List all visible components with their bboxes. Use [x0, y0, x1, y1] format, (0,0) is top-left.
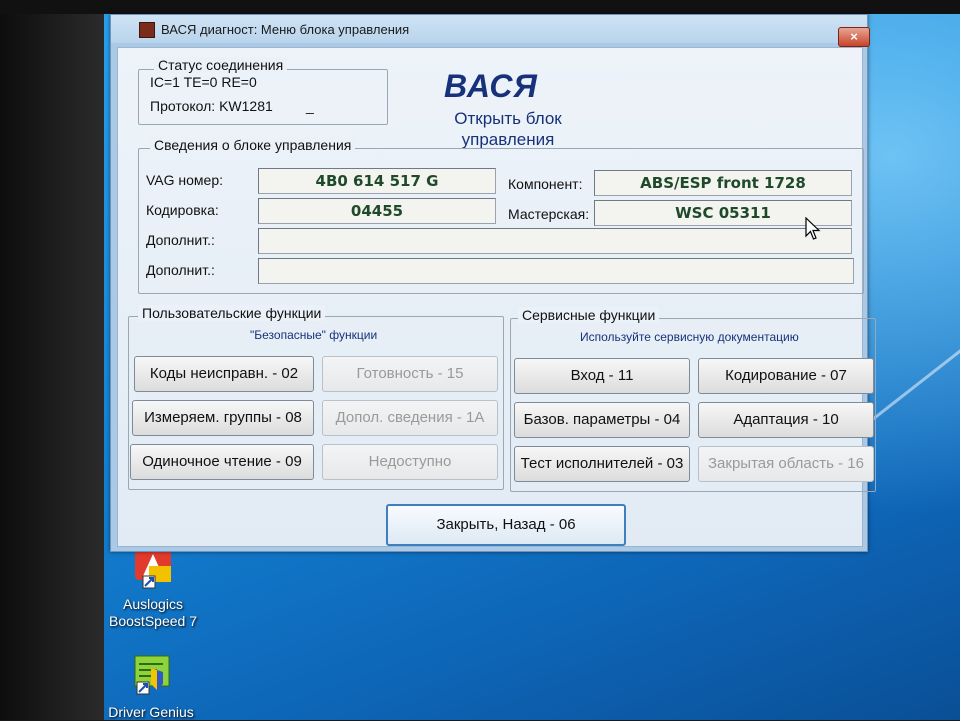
close-window-button[interactable]: × — [838, 27, 870, 47]
basic-settings-button[interactable]: Базов. параметры - 04 — [514, 402, 690, 438]
safe-functions-note: "Безопасные" функции — [250, 328, 378, 342]
service-documentation-note: Используйте сервисную документацию — [580, 330, 799, 344]
vag-number-label: VAG номер: — [146, 172, 224, 188]
component-label: Компонент: — [508, 176, 583, 192]
boostspeed-icon — [125, 546, 181, 592]
measuring-groups-button[interactable]: Измеряем. группы - 08 — [132, 400, 314, 436]
extra-info-2-label: Дополнит.: — [146, 262, 215, 278]
vag-number-value: 4B0 614 517 G — [258, 168, 496, 194]
app-icon — [139, 22, 155, 38]
unavailable-button[interactable]: Недоступно — [322, 444, 498, 480]
output-tests-button[interactable]: Тест исполнителей - 03 — [514, 446, 690, 482]
connection-status-legend: Статус соединения — [154, 57, 288, 73]
advanced-id-button[interactable]: Допол. сведения - 1A — [322, 400, 498, 436]
extra-info-1-label: Дополнит.: — [146, 232, 215, 248]
status-cursor: _ — [306, 98, 314, 114]
monitor-bezel-top — [0, 0, 960, 14]
open-unit-caption: Открыть блок управления — [454, 109, 562, 149]
user-functions-legend: Пользовательские функции — [138, 305, 326, 321]
desktop-icon-auslogics[interactable]: Auslogics BoostSpeed 7 — [98, 546, 208, 630]
protocol-label: Протокол: KW1281 — [150, 98, 273, 114]
extra-info-2-value — [258, 258, 854, 284]
driver-genius-icon — [123, 654, 179, 700]
vasya-window: ВАСЯ диагност: Меню блока управления × С… — [110, 14, 876, 552]
coding-value: 04455 — [258, 198, 496, 224]
extra-info-1-value — [258, 228, 852, 254]
control-unit-info-legend: Сведения о блоке управления — [150, 137, 356, 153]
desktop-icon-driver-genius[interactable]: Driver Genius — [96, 654, 206, 721]
coding-label: Кодировка: — [146, 202, 219, 218]
vasya-logo: ВАСЯ — [444, 68, 538, 104]
desktop-icon-label: Driver Genius — [108, 704, 194, 720]
mouse-pointer-icon — [805, 216, 821, 246]
single-reading-button[interactable]: Одиночное чтение - 09 — [130, 444, 314, 480]
workshop-label: Мастерская: — [508, 206, 590, 222]
desktop-icon-label: Auslogics BoostSpeed 7 — [109, 596, 197, 629]
adaptation-button[interactable]: Адаптация - 10 — [698, 402, 874, 438]
component-value: ABS/ESP front 1728 — [594, 170, 852, 196]
security-access-button[interactable]: Закрытая область - 16 — [698, 446, 874, 482]
coding-button[interactable]: Кодирование - 07 — [698, 358, 874, 394]
connection-counters: IC=1 TE=0 RE=0 — [150, 74, 257, 90]
close-back-button[interactable]: Закрыть, Назад - 06 — [386, 504, 626, 546]
window-client-area: Статус соединения IC=1 TE=0 RE=0 Протоко… — [117, 47, 876, 547]
service-functions-legend: Сервисные функции — [518, 307, 660, 323]
title-bar[interactable]: ВАСЯ диагност: Меню блока управления × — [111, 15, 870, 47]
window-title: ВАСЯ диагност: Меню блока управления — [161, 22, 410, 37]
readiness-button[interactable]: Готовность - 15 — [322, 356, 498, 392]
fault-codes-button[interactable]: Коды неисправн. - 02 — [134, 356, 314, 392]
login-button[interactable]: Вход - 11 — [514, 358, 690, 394]
monitor-bezel — [0, 0, 104, 720]
